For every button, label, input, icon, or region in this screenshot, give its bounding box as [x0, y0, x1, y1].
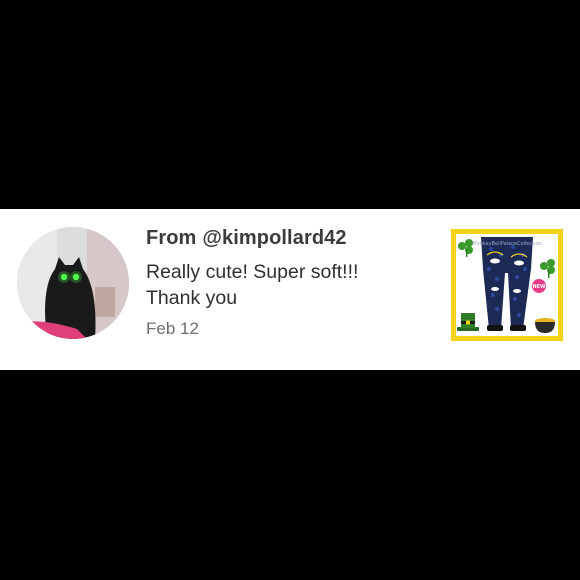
review-author: From @kimpollard42 — [146, 227, 347, 250]
new-badge-label: NEW — [532, 284, 546, 290]
review-card: From @kimpollard42 Really cute! Super sof… — [0, 209, 580, 370]
avatar[interactable] — [17, 227, 129, 339]
pot-of-gold-icon — [535, 318, 555, 333]
username-link[interactable]: @kimpollard42 — [202, 227, 346, 249]
avatar-image — [17, 227, 129, 339]
product-brand: MonkeyBellPalaceCollection — [472, 241, 541, 247]
review-date: Feb 12 — [146, 319, 199, 338]
review-message: Really cute! Super soft!!! Thank you — [146, 259, 426, 311]
from-label: From — [146, 227, 197, 249]
message-line: Really cute! Super soft!!! — [146, 261, 359, 283]
product-thumbnail[interactable]: MonkeyBellPalaceCollection NEW — [451, 229, 563, 341]
product-image: MonkeyBellPalaceCollection NEW — [456, 234, 558, 336]
message-line: Thank you — [146, 287, 238, 309]
